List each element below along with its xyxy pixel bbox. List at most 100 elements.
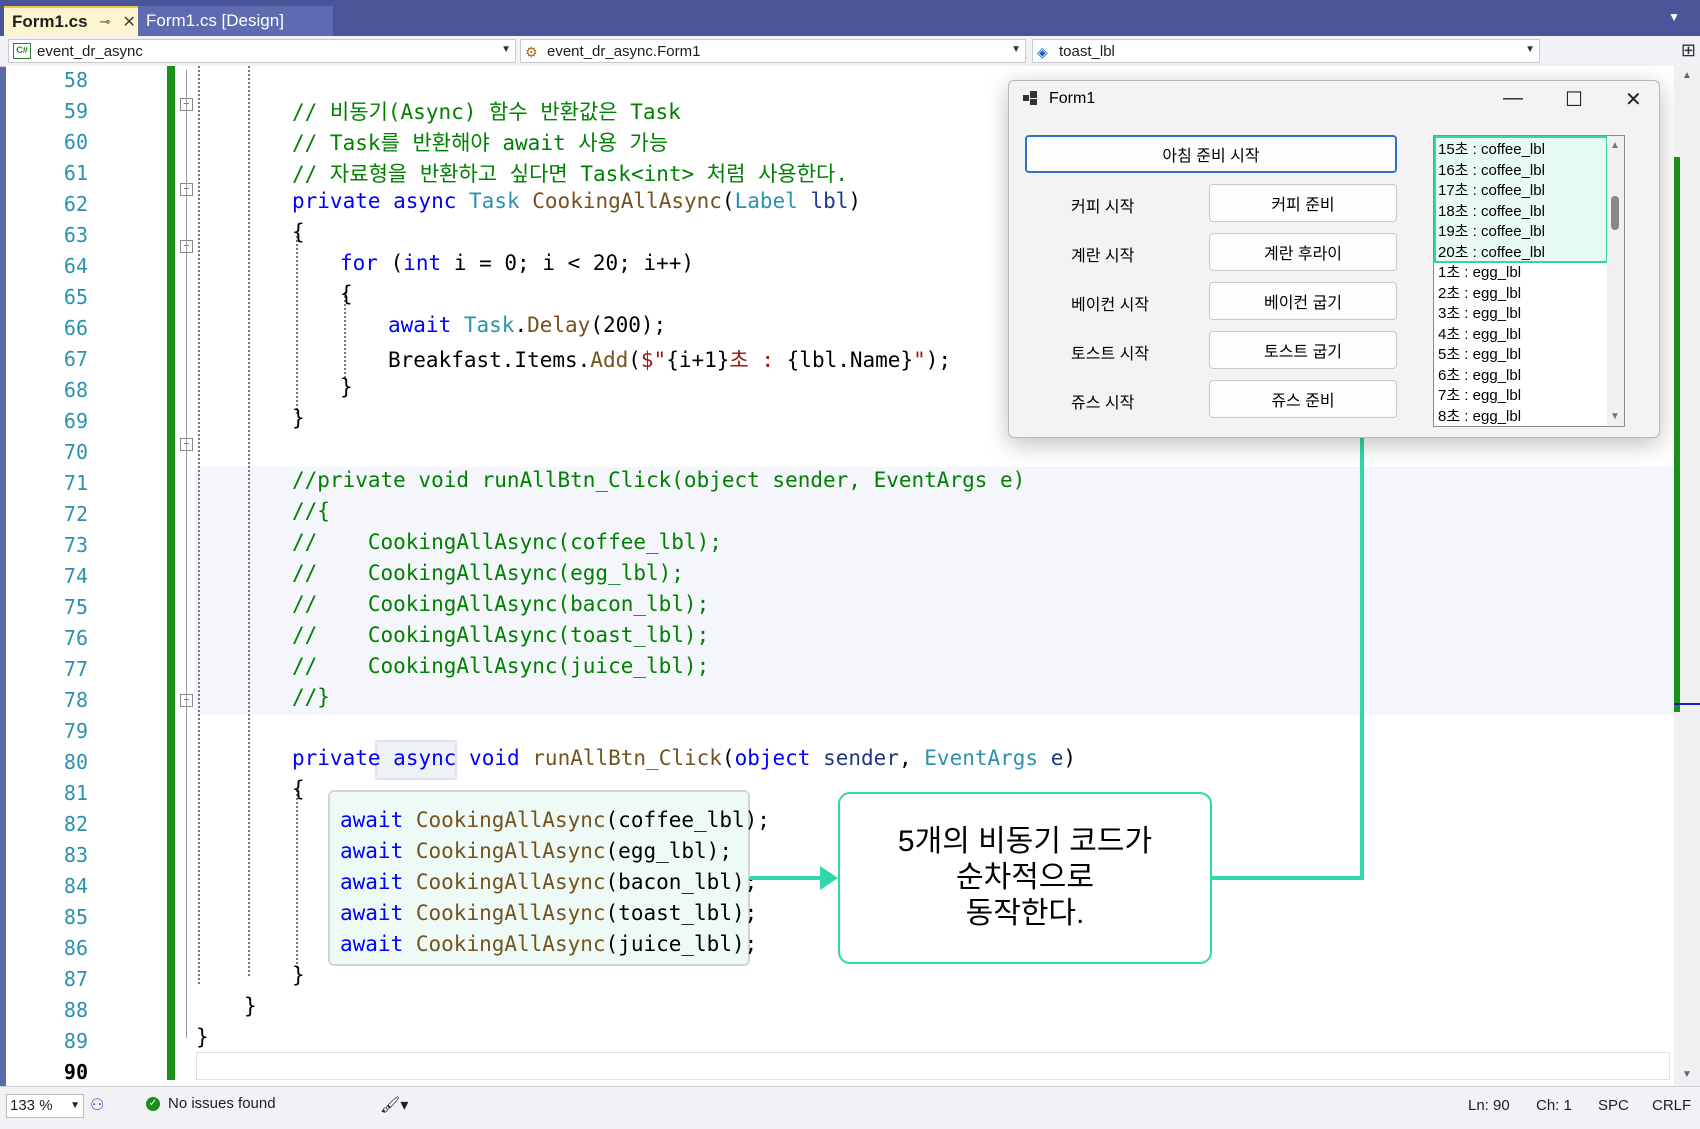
line-number: 85	[63, 905, 88, 929]
code-line-71[interactable]: //private void runAllBtn_Click(object se…	[292, 468, 1025, 492]
start-all-button[interactable]: 아침 준비 시작	[1025, 135, 1397, 173]
csharp-project-icon: C#	[13, 43, 31, 59]
code-line-61[interactable]: // 자료형을 반환하고 싶다면 Task<int> 처럼 사용한다.	[292, 158, 848, 188]
chevron-down-icon: ▼	[1525, 44, 1535, 55]
scroll-up-icon[interactable]: ▲	[1610, 140, 1620, 151]
code-line-82[interactable]: await CookingAllAsync(coffee_lbl);	[340, 808, 770, 832]
breakfast-listbox[interactable]: ▲ ▼ 15초 : coffee_lbl 16초 : coffee_lbl 17초 …	[1433, 135, 1625, 427]
listbox-scrollbar[interactable]: ▲ ▼	[1607, 136, 1624, 426]
minimize-icon[interactable]: —	[1503, 87, 1523, 110]
code-line-89[interactable]: }	[196, 1025, 209, 1049]
class-dropdown[interactable]: ⚙ event_dr_async.Form1 ▼	[520, 39, 1026, 63]
code-line-87[interactable]: }	[292, 963, 305, 987]
list-item[interactable]: 17초 : coffee_lbl	[1438, 179, 1545, 200]
code-line-80[interactable]: private async void runAllBtn_Click(objec…	[292, 746, 1076, 770]
code-line-81[interactable]: {	[292, 777, 305, 801]
code-line-59[interactable]: // 비동기(Async) 함수 반환값은 Task	[292, 96, 681, 126]
egg-button[interactable]: 계란 후라이	[1209, 233, 1397, 271]
line-number: 68	[63, 378, 88, 402]
whitespace-indicator[interactable]: SPC	[1598, 1097, 1629, 1114]
list-item[interactable]: 20초 : coffee_lbl	[1438, 241, 1545, 262]
code-line-67[interactable]: Breakfast.Items.Add($"{i+1}초 : {lbl.Name…	[388, 344, 951, 374]
chevron-down-icon: ▼	[1011, 44, 1021, 55]
member-dropdown[interactable]: ◈ toast_lbl ▼	[1032, 39, 1540, 63]
fold-line	[186, 70, 187, 1038]
line-number: 71	[63, 471, 88, 495]
project-name: event_dr_async	[37, 42, 143, 60]
code-line-76[interactable]: // CookingAllAsync(toast_lbl);	[292, 623, 709, 647]
form1-window[interactable]: Form1 — ☐ ✕ 아침 준비 시작 커피 시작 커피 준비 계란 시작 계…	[1008, 80, 1660, 438]
scroll-down-icon[interactable]: ▼	[1610, 411, 1620, 422]
line-ending-indicator[interactable]: CRLF	[1652, 1097, 1691, 1114]
copilot-icon[interactable]: ⚇	[90, 1095, 104, 1115]
code-line-68[interactable]: }	[340, 375, 353, 399]
column-indicator[interactable]: Ch: 1	[1536, 1097, 1572, 1114]
code-line-72[interactable]: //{	[292, 499, 330, 523]
list-item[interactable]: 19초 : coffee_lbl	[1438, 220, 1545, 241]
scrollbar-change-marker	[1674, 157, 1680, 712]
list-item[interactable]: 6초 : egg_lbl	[1438, 364, 1521, 385]
pin-icon[interactable]: ⊸	[100, 14, 111, 30]
code-line-64[interactable]: for (int i = 0; i < 20; i++)	[340, 251, 694, 275]
project-dropdown[interactable]: C# event_dr_async ▼	[8, 39, 516, 63]
code-line-88[interactable]: }	[244, 994, 257, 1018]
bacon-button[interactable]: 베이컨 굽기	[1209, 282, 1397, 320]
close-icon[interactable]: ✕	[123, 12, 136, 32]
indent-guide	[248, 66, 250, 976]
tab-overflow-icon[interactable]: ▼	[1668, 10, 1680, 24]
juice-button[interactable]: 쥬스 준비	[1209, 380, 1397, 418]
code-line-60[interactable]: // Task를 반환해야 await 사용 가능	[292, 127, 668, 157]
class-name: event_dr_async.Form1	[547, 42, 701, 60]
member-name: toast_lbl	[1059, 42, 1115, 60]
list-item[interactable]: 8초 : egg_lbl	[1438, 405, 1521, 426]
tab-form1-cs[interactable]: Form1.cs ⊸ ✕	[4, 6, 138, 36]
code-line-63[interactable]: {	[292, 220, 305, 244]
list-item[interactable]: 3초 : egg_lbl	[1438, 302, 1521, 323]
line-number: 58	[63, 68, 88, 92]
line-number: 64	[63, 254, 88, 278]
split-editor-icon[interactable]: ⊞	[1681, 40, 1696, 61]
code-line-74[interactable]: // CookingAllAsync(egg_lbl);	[292, 561, 684, 585]
line-indicator[interactable]: Ln: 90	[1468, 1097, 1510, 1114]
code-line-86[interactable]: await CookingAllAsync(juice_lbl);	[340, 932, 757, 956]
issues-indicator[interactable]: ✓ No issues found	[146, 1095, 276, 1112]
code-line-85[interactable]: await CookingAllAsync(toast_lbl);	[340, 901, 757, 925]
toast-button[interactable]: 토스트 굽기	[1209, 331, 1397, 369]
tab-label: Form1.cs	[12, 12, 88, 31]
list-item[interactable]: 2초 : egg_lbl	[1438, 282, 1521, 303]
code-line-65[interactable]: {	[340, 282, 353, 306]
maximize-icon[interactable]: ☐	[1565, 87, 1583, 112]
arrow-head-icon	[820, 866, 838, 890]
close-icon[interactable]: ✕	[1625, 87, 1642, 112]
list-item[interactable]: 1초 : egg_lbl	[1438, 261, 1521, 282]
list-item[interactable]: 7초 : egg_lbl	[1438, 384, 1521, 405]
code-line-83[interactable]: await CookingAllAsync(egg_lbl);	[340, 839, 732, 863]
scroll-down-icon[interactable]: ▼	[1682, 1069, 1692, 1080]
coffee-button[interactable]: 커피 준비	[1209, 184, 1397, 222]
callout-line: 5개의 비동기 코드가	[897, 825, 1153, 858]
list-item[interactable]: 4초 : egg_lbl	[1438, 323, 1521, 344]
list-item[interactable]: 16초 : coffee_lbl	[1438, 159, 1545, 180]
scroll-thumb[interactable]	[1611, 196, 1619, 230]
code-line-75[interactable]: // CookingAllAsync(bacon_lbl);	[292, 592, 709, 616]
line-number: 72	[63, 502, 88, 526]
line-number: 69	[63, 409, 88, 433]
code-line-62[interactable]: private async Task CookingAllAsync(Label…	[292, 189, 861, 213]
code-line-69[interactable]: }	[292, 406, 305, 430]
code-line-66[interactable]: await Task.Delay(200);	[388, 313, 666, 337]
code-line-84[interactable]: await CookingAllAsync(bacon_lbl);	[340, 870, 757, 894]
chevron-down-icon: ▼	[70, 1100, 80, 1111]
line-number: 87	[63, 967, 88, 991]
scroll-up-icon[interactable]: ▲	[1682, 70, 1692, 81]
code-line-77[interactable]: // CookingAllAsync(juice_lbl);	[292, 654, 709, 678]
list-item[interactable]: 18초 : coffee_lbl	[1438, 200, 1545, 221]
zoom-dropdown[interactable]: 133 % ▼	[6, 1094, 84, 1118]
code-line-73[interactable]: // CookingAllAsync(coffee_lbl);	[292, 530, 722, 554]
code-line-78[interactable]: //}	[292, 685, 330, 709]
tab-form1-design[interactable]: Form1.cs [Design]	[138, 6, 333, 36]
line-number: 60	[63, 130, 88, 154]
list-item[interactable]: 15초 : coffee_lbl	[1438, 138, 1545, 159]
form1-titlebar[interactable]: Form1 — ☐ ✕	[1009, 81, 1659, 117]
list-item[interactable]: 5초 : egg_lbl	[1438, 343, 1521, 364]
code-cleanup-icon[interactable]: 🖌▾	[380, 1095, 408, 1115]
